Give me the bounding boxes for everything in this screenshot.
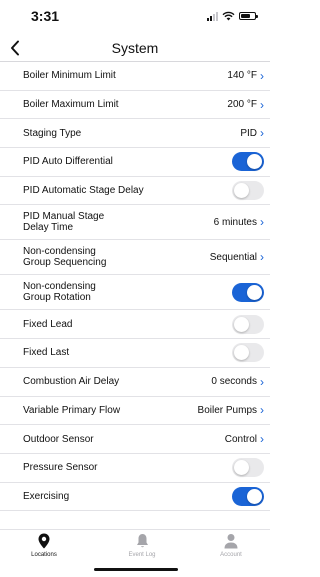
- wifi-icon: [222, 11, 235, 21]
- setting-outdoor-sensor[interactable]: Outdoor Sensor Control ›: [0, 425, 270, 454]
- setting-label: Boiler Maximum Limit: [23, 99, 119, 111]
- bell-icon: [136, 534, 148, 548]
- status-bar: 3:31: [0, 0, 270, 34]
- setting-label: Fixed Last: [23, 347, 70, 359]
- setting-label: Outdoor Sensor: [23, 433, 94, 445]
- home-indicator: [94, 568, 178, 571]
- chevron-right-icon: ›: [260, 215, 264, 230]
- chevron-right-icon: ›: [260, 126, 264, 141]
- setting-variable-primary-flow[interactable]: Variable Primary Flow Boiler Pumps ›: [0, 397, 270, 426]
- status-time: 3:31: [31, 8, 60, 24]
- settings-list: Boiler Minimum Limit 140 °F › Boiler Max…: [0, 62, 270, 512]
- setting-value: Control: [224, 433, 257, 445]
- setting-staging-type[interactable]: Staging Type PID ›: [0, 119, 270, 149]
- setting-pid-automatic-stage-delay: PID Automatic Stage Delay: [0, 177, 270, 206]
- battery-icon: [239, 12, 258, 20]
- chevron-right-icon: ›: [260, 97, 264, 112]
- setting-label: Boiler Minimum Limit: [23, 70, 116, 82]
- chevron-right-icon: ›: [260, 374, 264, 389]
- setting-fixed-last: Fixed Last: [0, 339, 270, 368]
- setting-pid-auto-differential: PID Auto Differential: [0, 148, 270, 177]
- tab-label: Account: [220, 552, 242, 558]
- setting-label: Fixed Lead: [23, 318, 73, 330]
- setting-label: Non-condensing Group Rotation: [23, 281, 96, 304]
- setting-value-group: 140 °F ›: [227, 68, 264, 83]
- setting-combustion-air-delay[interactable]: Combustion Air Delay 0 seconds ›: [0, 368, 270, 397]
- setting-non-condensing-group-rotation: Non-condensing Group Rotation: [0, 275, 270, 311]
- setting-pid-manual-stage-delay-time[interactable]: PID Manual Stage Delay Time 6 minutes ›: [0, 205, 270, 241]
- person-icon: [224, 534, 238, 549]
- exercising-toggle[interactable]: [232, 486, 264, 506]
- non-condensing-group-rotation-toggle[interactable]: [232, 282, 264, 302]
- setting-value: 200 °F: [227, 99, 257, 111]
- chevron-right-icon: ›: [260, 403, 264, 418]
- status-icons: [207, 10, 258, 22]
- setting-value: 6 minutes: [213, 216, 257, 228]
- tab-locations[interactable]: Locations: [14, 533, 74, 558]
- setting-label: Exercising: [23, 490, 70, 502]
- fixed-lead-toggle[interactable]: [232, 314, 264, 334]
- tab-label: Locations: [31, 552, 57, 558]
- setting-label: Combustion Air Delay: [23, 376, 120, 388]
- setting-value: 140 °F: [227, 70, 257, 82]
- setting-boiler-maximum-limit[interactable]: Boiler Maximum Limit 200 °F ›: [0, 91, 270, 120]
- chevron-right-icon: ›: [260, 432, 264, 447]
- setting-value: 0 seconds: [211, 376, 257, 388]
- setting-exercising: Exercising: [0, 483, 270, 512]
- page-title: System: [111, 40, 159, 56]
- pid-auto-differential-toggle[interactable]: [232, 152, 264, 172]
- setting-value: PID: [240, 127, 257, 139]
- setting-value-group: 6 minutes ›: [213, 215, 264, 230]
- setting-label: Staging Type: [23, 127, 82, 139]
- tab-account[interactable]: Account: [201, 533, 261, 558]
- setting-value-group: PID ›: [240, 126, 264, 141]
- tab-label: Event Log: [128, 552, 156, 558]
- setting-value-group: Control ›: [224, 432, 264, 447]
- chevron-right-icon: ›: [260, 68, 264, 83]
- chevron-right-icon: ›: [260, 250, 264, 265]
- location-pin-icon: [38, 533, 50, 549]
- setting-pressure-sensor: Pressure Sensor: [0, 454, 270, 483]
- setting-value: Boiler Pumps: [197, 404, 257, 416]
- setting-label: Pressure Sensor: [23, 462, 98, 474]
- setting-value-group: 200 °F ›: [227, 97, 264, 112]
- setting-label: PID Automatic Stage Delay: [23, 185, 144, 197]
- setting-non-condensing-group-sequencing[interactable]: Non-condensing Group Sequencing Sequenti…: [0, 240, 270, 276]
- pressure-sensor-toggle[interactable]: [232, 458, 264, 478]
- setting-label: PID Auto Differential: [23, 156, 113, 168]
- setting-value: Sequential: [209, 251, 257, 263]
- fixed-last-toggle[interactable]: [232, 343, 264, 363]
- setting-label: Non-condensing Group Sequencing: [23, 246, 107, 269]
- cellular-signal-icon: [207, 11, 218, 21]
- nav-bar: System: [0, 34, 270, 62]
- pid-automatic-stage-delay-toggle[interactable]: [232, 181, 264, 201]
- tab-event-log[interactable]: Event Log: [112, 533, 172, 558]
- setting-fixed-lead: Fixed Lead: [0, 310, 270, 340]
- setting-label: Variable Primary Flow: [23, 404, 121, 416]
- setting-label: PID Manual Stage Delay Time: [23, 211, 105, 234]
- setting-value-group: 0 seconds ›: [211, 374, 264, 389]
- setting-boiler-minimum-limit[interactable]: Boiler Minimum Limit 140 °F ›: [0, 62, 270, 91]
- setting-value-group: Sequential ›: [209, 250, 264, 265]
- setting-value-group: Boiler Pumps ›: [197, 403, 264, 418]
